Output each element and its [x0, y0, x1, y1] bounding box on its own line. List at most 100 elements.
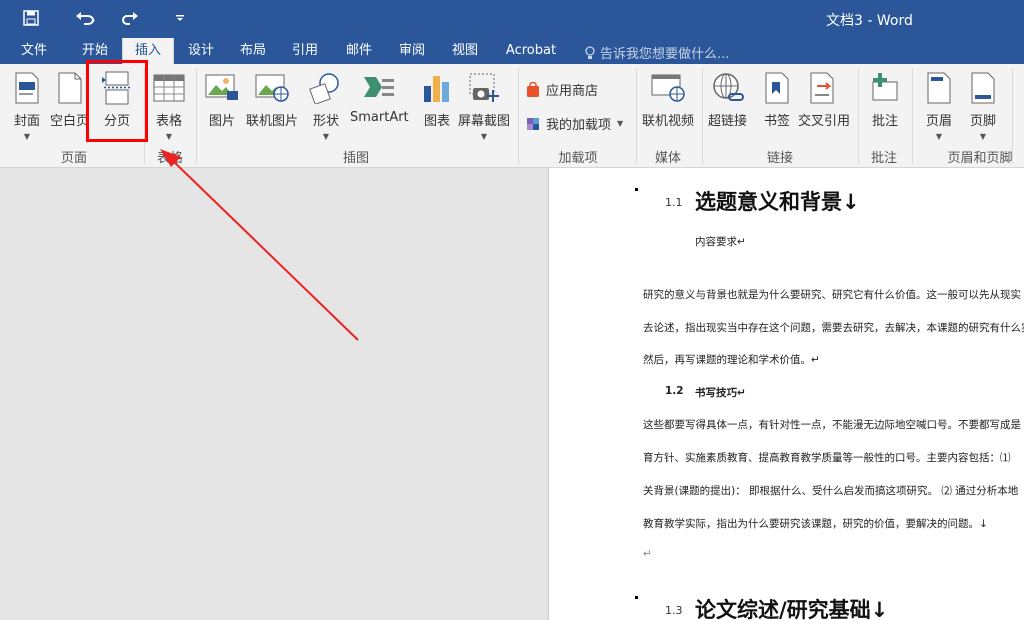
bookmark-label: 书签	[763, 114, 790, 129]
chevron-down-icon: ▼	[165, 132, 173, 141]
shapes-icon	[309, 70, 343, 106]
document-page[interactable]: 1.1 选题意义和背景↓ 内容要求↵ 研究的意义与背景也就是为什么要研究、研究它…	[548, 168, 1024, 620]
hyperlink-icon	[711, 70, 745, 106]
chevron-down-icon: ▼	[480, 132, 488, 141]
undo-icon[interactable]	[66, 6, 106, 30]
tab-design[interactable]: 设计	[176, 38, 226, 64]
lightbulb-icon	[585, 45, 595, 59]
bookmark-button[interactable]: 书签	[760, 70, 794, 129]
my-addins-label: 我的加载项	[546, 118, 612, 133]
cross-reference-icon	[807, 70, 841, 106]
smartart-button[interactable]: SmartArt	[350, 70, 409, 125]
heading-1: 论文综述/研究基础↓	[695, 598, 889, 620]
shapes-button[interactable]: 形状 ▼	[309, 70, 343, 141]
window-title: 文档3 - Word	[826, 13, 913, 29]
blank-page-icon	[53, 70, 87, 106]
paragraph-line: 教育教学实际，指出为什么要研究该课题，研究的价值，要解决的问题。↓	[643, 518, 988, 530]
highlight-box	[86, 60, 148, 142]
customize-icon[interactable]	[172, 6, 188, 30]
header-icon	[922, 70, 956, 106]
hyperlink-label: 超链接	[708, 114, 748, 129]
group-divider	[518, 68, 519, 164]
group-label-header-footer: 页眉和页脚	[947, 151, 1013, 166]
group-label-links: 链接	[766, 151, 793, 166]
chevron-down-icon: ▼	[617, 119, 624, 128]
blank-page-label: 空白页	[50, 114, 90, 129]
title-bar: 文档3 - Word	[0, 0, 1024, 38]
chevron-down-icon: ▼	[23, 132, 31, 141]
footer-button[interactable]: 页脚 ▼	[966, 70, 1000, 141]
document-canvas	[0, 168, 548, 620]
header-button[interactable]: 页眉 ▼	[922, 70, 956, 141]
picture-icon	[205, 70, 239, 106]
table-label: 表格	[155, 114, 182, 129]
bookmark-icon	[760, 70, 794, 106]
store-button[interactable]: 应用商店	[526, 80, 598, 99]
tab-layout[interactable]: 布局	[228, 38, 278, 64]
tab-view[interactable]: 视图	[440, 38, 490, 64]
comment-button[interactable]: 批注	[868, 70, 902, 129]
group-label-addins: 加载项	[558, 151, 598, 166]
chevron-down-icon: ▼	[935, 132, 943, 141]
paragraph-line: 育方针、实施素质教育、提高教育教学质量等一般性的口号。主要内容包括：⑴	[643, 452, 1011, 464]
group-divider	[858, 68, 859, 164]
content-requirement: 内容要求↵	[695, 236, 746, 248]
paragraph-line: 关背景(课题的提出)： 即根据什么、受什么启发而搞这项研究。 ⑵ 通过分析本地	[643, 485, 1019, 497]
heading-2: 书写技巧↵	[695, 387, 746, 399]
cross-reference-button[interactable]: 交叉引用	[798, 70, 850, 129]
chart-icon	[420, 70, 454, 106]
group-label-tables: 表格	[156, 151, 183, 166]
heading-2-number: 1.2	[665, 385, 684, 397]
header-label: 页眉	[925, 114, 952, 129]
screenshot-label: 屏幕截图	[458, 114, 511, 129]
chart-button[interactable]: 图表	[420, 70, 454, 129]
chevron-down-icon: ▼	[979, 132, 987, 141]
cover-page-button[interactable]: 封面 ▼	[10, 70, 44, 141]
shapes-label: 形状	[312, 114, 339, 129]
footer-icon	[966, 70, 1000, 106]
paragraph-line: 去论述，指出现实当中存在这个问题，需要去研究，去解决，本课题的研究有什么实	[643, 322, 1024, 334]
online-picture-label: 联机图片	[246, 114, 299, 129]
hyperlink-button[interactable]: 超链接	[708, 70, 747, 129]
picture-label: 图片	[208, 114, 235, 129]
tab-references[interactable]: 引用	[280, 38, 330, 64]
group-divider	[636, 68, 637, 164]
heading-number: 1.1	[665, 196, 683, 209]
smartart-label: SmartArt	[350, 110, 409, 125]
table-button[interactable]: 表格 ▼	[152, 70, 186, 141]
format-mark	[635, 596, 638, 599]
comment-label: 批注	[871, 114, 898, 129]
blank-page-button[interactable]: 空白页	[50, 70, 89, 129]
tab-file[interactable]: 文件	[8, 38, 60, 64]
online-video-icon	[651, 70, 685, 106]
heading-number: 1.3	[665, 604, 683, 617]
picture-button[interactable]: 图片	[205, 70, 239, 129]
paragraph-mark: ↵	[643, 548, 652, 560]
footer-label: 页脚	[969, 114, 996, 129]
save-icon[interactable]	[18, 6, 44, 30]
online-video-label: 联机视频	[642, 114, 695, 129]
my-addins-button[interactable]: 我的加载项 ▼	[526, 114, 623, 133]
table-icon	[152, 70, 186, 106]
online-picture-button[interactable]: 联机图片	[246, 70, 298, 129]
cover-page-icon	[10, 70, 44, 106]
group-divider	[912, 68, 913, 164]
addins-icon	[527, 117, 539, 130]
group-label-media: 媒体	[654, 151, 681, 166]
paragraph-line: 研究的意义与背景也就是为什么要研究、研究它有什么价值。这一般可以先从现实	[643, 289, 1021, 301]
group-label-illustrations: 插图	[342, 151, 369, 166]
online-video-button[interactable]: 联机视频	[642, 70, 694, 129]
tab-mailings[interactable]: 邮件	[334, 38, 384, 64]
paragraph-line: 然后，再写课题的理论和学术价值。↵	[643, 354, 820, 366]
chevron-down-icon: ▼	[322, 132, 330, 141]
redo-icon[interactable]	[118, 6, 142, 30]
screenshot-button[interactable]: 屏幕截图 ▼	[458, 70, 510, 141]
cover-page-label: 封面	[13, 114, 40, 129]
chart-label: 图表	[423, 114, 450, 129]
tab-acrobat[interactable]: Acrobat	[498, 38, 564, 64]
cross-reference-label: 交叉引用	[798, 114, 851, 129]
tell-me-search[interactable]: 告诉我您想要做什么...	[584, 43, 729, 62]
tab-review[interactable]: 审阅	[386, 38, 438, 64]
paragraph-line: 这些都要写得具体一点，有针对性一点，不能漫无边际地空喊口号。不要都写成是	[643, 419, 1021, 431]
store-icon	[527, 81, 539, 97]
